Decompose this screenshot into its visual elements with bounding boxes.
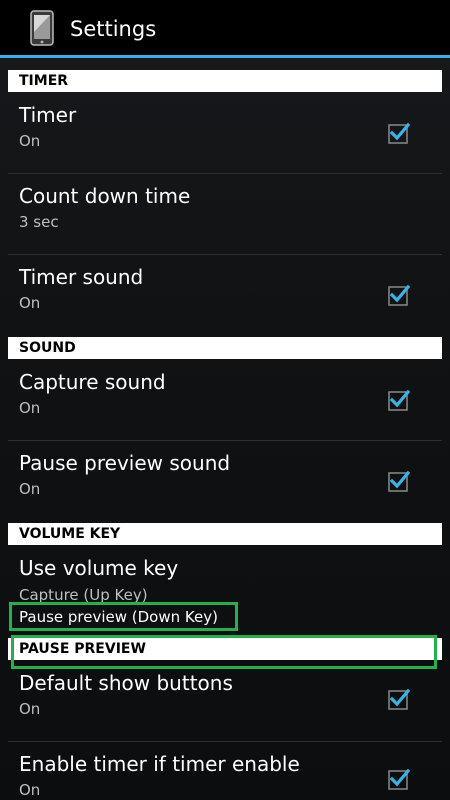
checkbox-checked-icon[interactable] [388, 389, 410, 411]
section-header-volume-key: VOLUME KEY [8, 523, 442, 545]
section-header-timer: TIMER [8, 70, 442, 92]
pref-summary: On [19, 480, 41, 498]
pref-title: Default show buttons [19, 671, 233, 695]
pref-summary-line-2: Pause preview (Down Key) [19, 608, 218, 626]
pref-item-enable-timer[interactable]: Enable timer if timer enable On [0, 743, 450, 800]
phone-app-icon[interactable] [30, 10, 54, 46]
pref-item-pause-preview-sound[interactable]: Pause preview sound On [0, 442, 450, 522]
checkbox-checked-icon[interactable] [388, 122, 410, 144]
row-divider [8, 741, 442, 742]
pref-summary: On [19, 700, 41, 718]
pref-item-default-show-buttons[interactable]: Default show buttons On [0, 662, 450, 742]
pref-title: Timer [19, 103, 77, 127]
pref-title: Timer sound [19, 265, 144, 289]
pref-summary: On [19, 781, 41, 799]
checkbox-checked-icon[interactable] [388, 284, 410, 306]
pref-summary: 3 sec [19, 213, 59, 231]
pref-summary-line-1: Capture (Up Key) [19, 586, 148, 604]
pref-title: Enable timer if timer enable [19, 752, 300, 776]
row-divider [8, 254, 442, 255]
pref-item-timer-sound[interactable]: Timer sound On [0, 256, 450, 336]
pref-title: Count down time [19, 184, 191, 208]
pref-item-count-down-time[interactable]: Count down time 3 sec [0, 175, 450, 255]
action-bar: Settings [0, 0, 450, 58]
settings-screen: Settings TIMER Timer On Count down time … [0, 0, 450, 800]
checkbox-checked-icon[interactable] [388, 470, 410, 492]
pref-item-use-volume-key[interactable]: Use volume key Capture (Up Key) Pause pr… [0, 547, 450, 633]
row-divider [8, 173, 442, 174]
pref-title: Pause preview sound [19, 451, 231, 475]
pref-item-timer[interactable]: Timer On [0, 94, 450, 174]
section-header-pause-preview: PAUSE PREVIEW [8, 638, 442, 660]
pref-title: Use volume key [19, 556, 179, 580]
page-title: Settings [70, 17, 157, 41]
checkbox-checked-icon[interactable] [388, 688, 410, 710]
row-divider [8, 440, 442, 441]
pref-item-capture-sound[interactable]: Capture sound On [0, 361, 450, 441]
section-header-sound: SOUND [8, 337, 442, 359]
pref-summary: On [19, 294, 41, 312]
pref-title: Capture sound [19, 370, 166, 394]
checkbox-checked-icon[interactable] [388, 768, 410, 790]
pref-summary: On [19, 132, 41, 150]
pref-summary: On [19, 399, 41, 417]
